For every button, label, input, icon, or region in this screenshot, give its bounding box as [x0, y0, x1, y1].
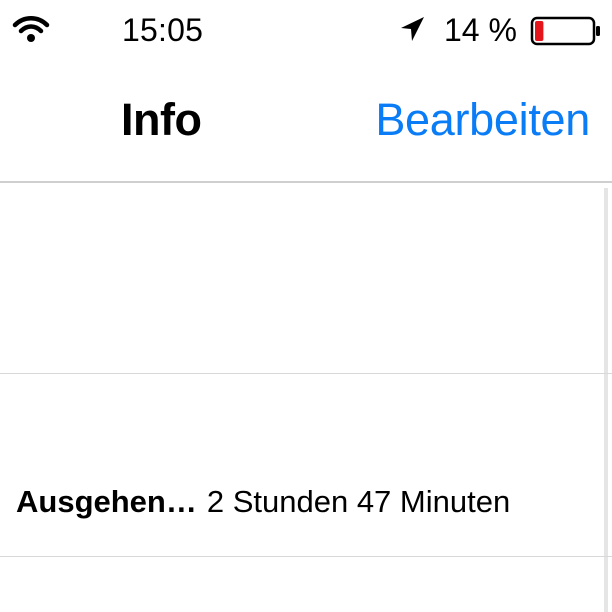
wifi-icon: [12, 16, 50, 42]
section-divider: [0, 556, 612, 557]
row-label: Ausgehen…: [16, 484, 197, 519]
edit-button[interactable]: Bearbeiten: [375, 92, 590, 148]
location-arrow-icon: [401, 17, 424, 41]
phone-screen: 15:05 14 % Info Bearbeiten Ausgehen… 2 St…: [0, 0, 612, 612]
list-item-outgoing[interactable]: Ausgehen… 2 Stunden 47 Minuten: [16, 482, 596, 522]
status-bar: 15:05 14 %: [0, 0, 612, 62]
scroll-indicator[interactable]: [604, 188, 608, 612]
section-divider: [0, 373, 612, 374]
battery-icon: [530, 16, 600, 46]
battery-percentage: 14 %: [444, 12, 517, 48]
page-title: Info: [121, 94, 202, 145]
nav-divider: [0, 181, 612, 183]
status-time: 15:05: [122, 12, 204, 48]
row-value: 2 Stunden 47 Minuten: [206, 484, 511, 519]
